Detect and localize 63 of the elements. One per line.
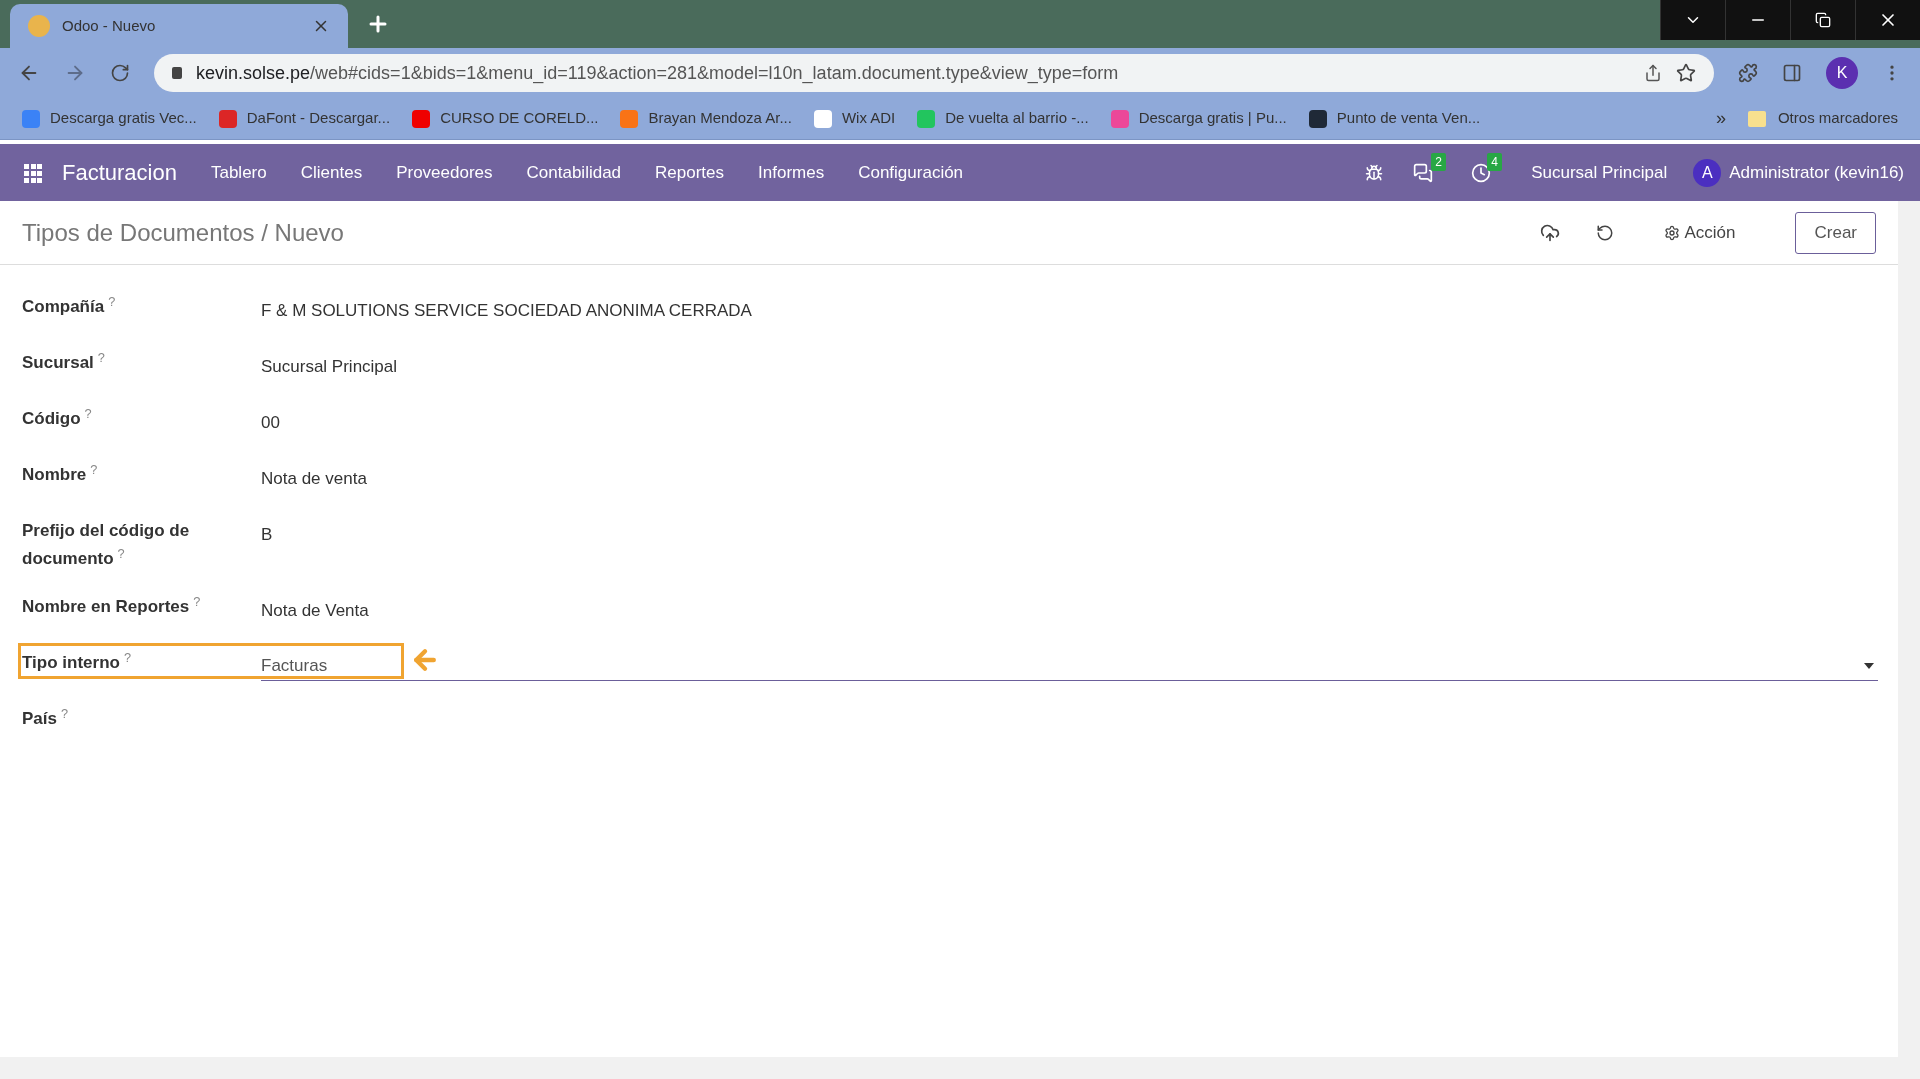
field-value: F & M SOLUTIONS SERVICE SOCIEDAD ANONIMA CERRADA [261,300,752,322]
clock-icon[interactable] [1471,162,1492,183]
browser-tab[interactable]: Odoo - Nuevo [10,4,348,48]
field-label: Sucursal $^{?}$ [22,349,106,374]
cloud-upload-icon[interactable] [1540,222,1561,243]
field-label: Nombre $^{?}$ [22,461,99,486]
gear-icon [1664,224,1681,241]
url-text: kevin.solse.pe/web#cids=1&bids=1&menu_id=119&action=281&model=l10n_latam.document.type&view_type=form [196,61,1120,86]
side-panel-icon[interactable] [1782,63,1802,83]
bookmark-link[interactable]: Brayan Mendoza Ar... [648,107,792,130]
more-bookmarks[interactable]: » [1715,105,1726,132]
activities-count-badge: 4 [1487,152,1502,171]
bookmark-link[interactable]: Otros marcadores [1777,107,1898,130]
menu-item[interactable]: Contabilidad [526,159,622,186]
star-icon[interactable] [1676,63,1696,83]
bookmark-link[interactable]: Descarga gratis Vec... [50,107,197,130]
extensions-icon[interactable] [1738,63,1758,83]
field-value: B [261,524,273,546]
menu-item[interactable]: Reportes [655,159,725,186]
share-icon[interactable] [1644,64,1662,82]
profile-avatar[interactable]: K [1826,57,1858,89]
caret-icon [1864,662,1874,669]
menu-item[interactable]: Informes [758,159,825,186]
reload-icon[interactable] [110,63,130,83]
branch-selector[interactable]: Sucursal Principal [1531,159,1668,186]
menu-item[interactable]: Tablero [210,159,267,186]
vertical-scrollbar[interactable] [1898,201,1920,1079]
field-value: Nota de venta [261,468,367,490]
bookmark-link[interactable]: Descarga gratis | Pu... [1138,107,1287,130]
field-label: Nombre en Reportes $^{?}$ [22,593,202,618]
action-menu[interactable]: Acción [1664,219,1736,246]
user-menu[interactable]: Administrator (kevin16) [1729,159,1904,186]
field-value: 00 [261,412,280,434]
bookmark-link[interactable]: Wix ADI [841,107,896,130]
app-name[interactable]: Facturacion [62,156,177,189]
folder-icon [1747,110,1766,127]
bookmark-link[interactable]: De vuelta al barrio -... [945,107,1089,130]
user-avatar[interactable]: A [1693,158,1722,187]
field-value: Sucursal Principal [261,356,398,378]
field-label: Compañía $^{?}$ [22,293,117,318]
bookmark-link[interactable]: DaFont - Descargar... [246,107,391,130]
menu-item[interactable]: Clientes [300,159,363,186]
select-field[interactable]: Facturas [261,651,1878,681]
messages-count-badge: 2 [1431,152,1446,171]
menu-item[interactable]: Configuración [858,159,964,186]
bug-icon[interactable] [1365,163,1384,182]
bookmark-link[interactable]: CURSO DE CORELD... [440,107,599,130]
menu-item[interactable]: Proveedores [396,159,493,186]
apps-menu-icon[interactable] [24,163,42,182]
field-label: Tipo interno $^{?}$ [22,649,132,674]
create-button[interactable]: Crear [1795,211,1876,254]
field-label: Código $^{?}$ [22,405,93,430]
breadcrumb: Tipos de Documentos / Nuevo [22,217,344,248]
bookmark-link[interactable]: Punto de venta Ven... [1336,107,1481,130]
tab-title: Odoo - Nuevo [62,15,157,36]
field-label: País $^{?}$ [22,705,70,730]
field-label: Prefijo del código de documento $^{?}$ [22,520,191,570]
chat-icon[interactable] [1413,162,1434,183]
field-value: Nota de Venta [261,600,369,622]
discard-icon[interactable] [1596,223,1615,242]
app-logo-icon [28,15,50,37]
restore-icon[interactable] [1815,12,1831,28]
address-bar[interactable]: kevin.solse.pe/web#cids=1&bids=1&menu_id=119&action=281&model=l10n_latam.document.type&view_type=form [154,54,1714,92]
